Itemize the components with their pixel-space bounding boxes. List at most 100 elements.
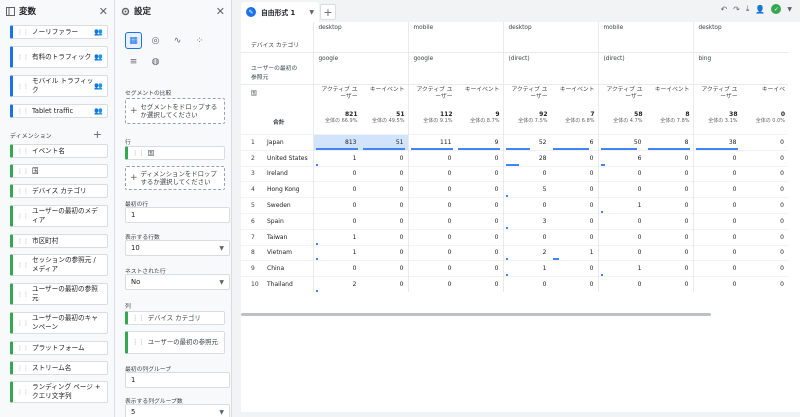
drag-handle-icon[interactable]: ⋮⋮ bbox=[17, 53, 29, 62]
value-cell: 1 bbox=[312, 149, 361, 167]
segment-chip-tablet[interactable]: ⋮⋮ Tablet traffic 👥 bbox=[10, 104, 108, 118]
row-drop-zone[interactable]: + ディメンションをドロップするか選択してください bbox=[125, 166, 225, 190]
undo-icon[interactable]: ↶ bbox=[720, 5, 727, 14]
dimension-chip[interactable]: ⋮⋮ デバイス カテゴリ bbox=[10, 184, 108, 198]
drag-handle-icon[interactable]: ⋮⋮ bbox=[132, 314, 145, 323]
horizontal-scrollbar[interactable] bbox=[241, 313, 711, 316]
show-rows-select[interactable]: 10 ▼ bbox=[125, 240, 230, 256]
download-icon[interactable]: ⤓ bbox=[746, 4, 750, 14]
segment-drop-zone[interactable]: + セグメントをドロップするか選択してください bbox=[125, 98, 225, 124]
redo-icon[interactable]: ↷ bbox=[733, 5, 740, 14]
drag-handle-icon[interactable]: ⋮⋮ bbox=[17, 82, 29, 91]
drag-handle-icon[interactable]: ⋮⋮ bbox=[17, 107, 29, 116]
table-row[interactable]: 1 Japan 813 51 111 9 52 6 50 8 38 0 bbox=[241, 134, 788, 151]
value-cell: 0 bbox=[360, 149, 408, 167]
drag-handle-icon[interactable]: ⋮⋮ bbox=[17, 290, 29, 299]
table-row[interactable]: 3 Ireland 0 0 0 0 0 0 0 0 0 0 bbox=[241, 165, 788, 182]
table-row[interactable]: 2 United States 1 0 0 0 28 0 6 0 0 0 bbox=[241, 149, 788, 167]
metric-header[interactable]: アクティブ ユーザー bbox=[597, 84, 646, 109]
metric-header[interactable]: キーイベント bbox=[550, 84, 598, 109]
metric-header[interactable]: アクティブ ユーザー bbox=[312, 84, 361, 109]
geo-map-viz-icon[interactable]: ◍ bbox=[147, 53, 164, 70]
tab-freeform-1[interactable]: ✎ 自由形式 1 ▼ bbox=[241, 2, 319, 22]
segment-chip-paid[interactable]: ⋮⋮ 有料のトラフィック 👥 bbox=[10, 46, 108, 68]
chevron-down-icon[interactable]: ▼ bbox=[787, 6, 792, 13]
start-col-group-input[interactable]: 1 bbox=[125, 372, 230, 388]
drag-handle-icon[interactable]: ⋮⋮ bbox=[17, 187, 29, 196]
drag-handle-icon[interactable]: ⋮⋮ bbox=[132, 338, 145, 347]
segment-chip-noreferrer[interactable]: ⋮⋮ ノーリファラー 👥 bbox=[10, 25, 108, 39]
total-cell: 58 全体の 4.7% bbox=[597, 108, 646, 135]
metric-header[interactable]: アクティブ ユーザー bbox=[502, 84, 551, 109]
metric-header[interactable]: キーイベント bbox=[455, 84, 503, 109]
drag-handle-icon[interactable]: ⋮⋮ bbox=[132, 149, 145, 158]
device-cell: desktop bbox=[312, 22, 408, 53]
metric-header[interactable]: キーイベント bbox=[645, 84, 693, 109]
bar-chart-viz-icon[interactable]: ≡ bbox=[125, 53, 142, 70]
dimension-chip[interactable]: ⋮⋮ イベント名 bbox=[10, 144, 108, 158]
country-header: 国 bbox=[241, 84, 313, 109]
dimension-chip[interactable]: ⋮⋮ 国 bbox=[10, 164, 108, 178]
dimension-chip[interactable]: ⋮⋮ 市区町村 bbox=[10, 234, 108, 248]
plus-icon: + bbox=[130, 172, 138, 183]
value-cell: 0 bbox=[645, 244, 693, 261]
total-cell: 38 全体の 3.1% bbox=[692, 108, 741, 135]
value-cell: 0 bbox=[645, 260, 693, 277]
value-cell: 0 bbox=[550, 197, 598, 214]
metric-header[interactable]: キーイベ bbox=[740, 84, 788, 109]
value-cell: 0 bbox=[360, 212, 408, 230]
value-cell: 0 bbox=[407, 276, 456, 293]
column-dimension-chip[interactable]: ⋮⋮ デバイス カテゴリ bbox=[125, 311, 225, 325]
value-cell: 0 bbox=[360, 197, 408, 214]
drag-handle-icon[interactable]: ⋮⋮ bbox=[17, 344, 29, 353]
table-row[interactable]: 5 Sweden 0 0 0 0 0 0 1 0 0 0 bbox=[241, 197, 788, 214]
metric-header[interactable]: アクティブ ユーザー bbox=[407, 84, 456, 109]
drag-handle-icon[interactable]: ⋮⋮ bbox=[17, 28, 29, 37]
drag-handle-icon[interactable]: ⋮⋮ bbox=[17, 147, 29, 156]
dimension-chip[interactable]: ⋮⋮ ユーザーの最初の参照元 bbox=[10, 283, 108, 305]
segment-chip-mobile[interactable]: ⋮⋮ モバイル トラフィック 👥 bbox=[10, 75, 108, 97]
table-row[interactable]: 10 Thailand 2 0 0 0 0 0 0 0 0 0 bbox=[241, 276, 788, 293]
row-dimension-chip[interactable]: ⋮⋮ 国 bbox=[125, 146, 225, 160]
check-status-icon[interactable]: ✓ bbox=[771, 4, 782, 14]
drag-handle-icon[interactable]: ⋮⋮ bbox=[17, 212, 29, 221]
scatter-viz-icon[interactable]: ⁘ bbox=[191, 32, 208, 49]
table-row[interactable]: 9 China 0 0 0 0 1 0 1 0 0 0 bbox=[241, 260, 788, 277]
nested-rows-select[interactable]: No ▼ bbox=[125, 274, 230, 290]
table-row[interactable]: 8 Vietnam 1 0 0 0 2 1 0 0 0 0 bbox=[241, 244, 788, 261]
rows-label: 行 bbox=[125, 140, 131, 146]
dimension-chip[interactable]: ⋮⋮ セッションの参照元 / メディア bbox=[10, 254, 108, 276]
value-cell: 0 bbox=[360, 181, 408, 198]
show-col-groups-select[interactable]: 5 ▼ bbox=[125, 404, 230, 417]
drag-handle-icon[interactable]: ⋮⋮ bbox=[17, 388, 29, 397]
table-row[interactable]: 4 Hong Kong 0 0 0 0 5 0 0 0 0 0 bbox=[241, 181, 788, 198]
donut-viz-icon[interactable]: ◎ bbox=[147, 32, 164, 49]
value-cell: 0 bbox=[407, 181, 456, 198]
column-dimension-chip[interactable]: ⋮⋮ ユーザーの最初の参照元 bbox=[125, 331, 225, 354]
table-row[interactable]: 7 Taiwan 1 0 0 0 0 0 0 0 0 0 bbox=[241, 228, 788, 246]
drag-handle-icon[interactable]: ⋮⋮ bbox=[17, 237, 29, 246]
metric-header[interactable]: アクティブ ユーザー bbox=[692, 84, 741, 109]
drag-handle-icon[interactable]: ⋮⋮ bbox=[17, 319, 29, 328]
dimension-chip[interactable]: ⋮⋮ ユーザーの最初のキャンペーン bbox=[10, 312, 108, 334]
start-row-input[interactable]: 1 bbox=[125, 207, 230, 223]
share-icon[interactable]: 👤 bbox=[755, 5, 765, 14]
dimension-chip[interactable]: ⋮⋮ プラットフォーム bbox=[10, 341, 108, 355]
drag-handle-icon[interactable]: ⋮⋮ bbox=[17, 167, 29, 176]
dimension-chip[interactable]: ⋮⋮ ストリーム名 bbox=[10, 361, 108, 375]
dimension-chip[interactable]: ⋮⋮ ユーザーの最初のメディア bbox=[10, 205, 108, 227]
dimension-chip[interactable]: ⋮⋮ ランディング ページ + クエリ文字列 bbox=[10, 381, 108, 403]
line-chart-viz-icon[interactable]: ∿ bbox=[169, 32, 186, 49]
close-settings-icon[interactable]: ✕ bbox=[216, 5, 225, 18]
value-cell: 0 bbox=[597, 276, 646, 293]
drag-handle-icon[interactable]: ⋮⋮ bbox=[17, 261, 29, 270]
table-viz-icon[interactable]: ▦ bbox=[125, 32, 142, 49]
chevron-down-icon[interactable]: ▼ bbox=[309, 9, 314, 16]
drag-handle-icon[interactable]: ⋮⋮ bbox=[17, 364, 29, 373]
totals-row: 合計 821 全体の 66.9% 51 全体の 49.5% 112 全体の 9.1% … bbox=[241, 108, 788, 135]
table-row[interactable]: 6 Spain 0 0 0 0 3 0 0 0 0 0 bbox=[241, 212, 788, 230]
add-tab-button[interactable]: + bbox=[320, 4, 336, 20]
close-variables-icon[interactable]: ✕ bbox=[99, 5, 108, 18]
metric-header[interactable]: キーイベント bbox=[360, 84, 408, 109]
add-dimension-icon[interactable]: + bbox=[93, 128, 102, 141]
